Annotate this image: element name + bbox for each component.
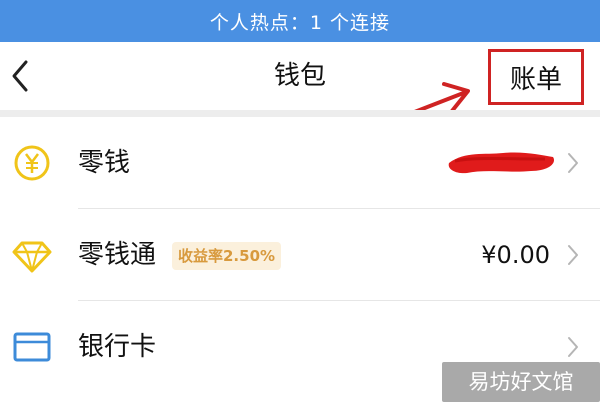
bill-button[interactable]: 账单 bbox=[488, 49, 584, 105]
bank-card-icon bbox=[13, 332, 51, 362]
watermark: 易坊好文馆 bbox=[442, 362, 600, 402]
coin-yen-icon bbox=[14, 145, 50, 181]
yield-badge: 收益率2.50% bbox=[172, 242, 282, 270]
chevron-right-icon bbox=[568, 337, 578, 357]
wallet-list: 零钱 零钱通 收益率2.50% ¥0.00 银行卡 bbox=[0, 117, 600, 393]
chevron-right-icon bbox=[568, 153, 578, 173]
nav-bar: 钱包 账单 bbox=[0, 42, 600, 110]
list-item-label: 银行卡 bbox=[78, 332, 157, 362]
balance-value: ¥0.00 bbox=[481, 241, 550, 269]
diamond-icon bbox=[12, 241, 52, 273]
chevron-left-icon[interactable] bbox=[6, 58, 34, 94]
list-item-wealth[interactable]: 零钱通 收益率2.50% ¥0.00 bbox=[0, 209, 600, 301]
chevron-right-icon bbox=[568, 245, 578, 265]
hotspot-status-bar[interactable]: 个人热点：1 个连接 bbox=[0, 0, 600, 42]
redacted-balance bbox=[448, 152, 555, 174]
list-item-change[interactable]: 零钱 bbox=[0, 117, 600, 209]
section-gap bbox=[0, 110, 600, 117]
hotspot-status-text: 个人热点：1 个连接 bbox=[209, 11, 391, 34]
list-item-label: 零钱 bbox=[78, 148, 131, 178]
list-item-label: 零钱通 bbox=[78, 240, 157, 270]
bill-label: 账单 bbox=[509, 64, 562, 95]
